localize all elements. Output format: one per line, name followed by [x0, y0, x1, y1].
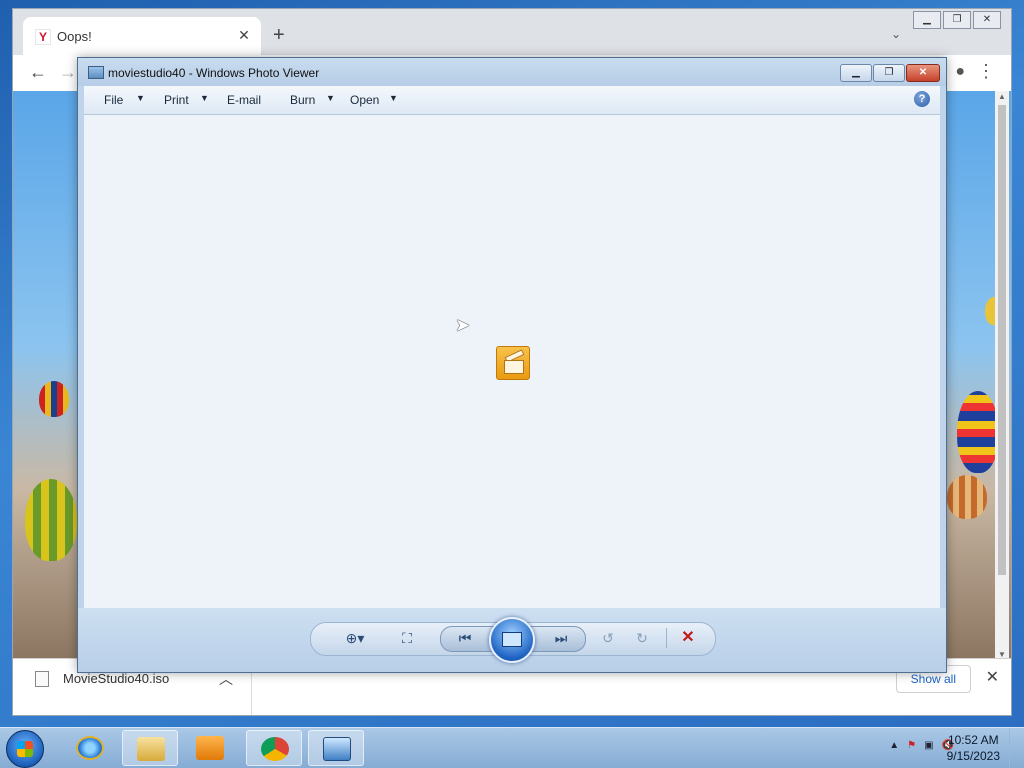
menu-open[interactable]: Open	[350, 93, 379, 107]
browser-window-controls: ▁ ❐ ✕	[913, 11, 1001, 29]
mouse-cursor-icon: ➤	[455, 315, 471, 335]
windows-logo-icon	[17, 741, 33, 757]
forward-arrow-icon[interactable]: →	[59, 63, 77, 81]
kebab-menu-icon[interactable]: ⋮	[977, 61, 995, 82]
hot-air-balloon	[947, 475, 987, 519]
clock-date: 9/15/2023	[946, 749, 1000, 763]
browser-minimize-button[interactable]: ▁	[913, 11, 941, 29]
hot-air-balloon	[25, 479, 77, 561]
close-button[interactable]: ✕	[906, 64, 940, 82]
taskbar-file-explorer[interactable]	[122, 730, 178, 766]
menu-email[interactable]: E-mail	[227, 93, 261, 107]
download-filename: MovieStudio40.iso	[63, 671, 170, 686]
new-tab-button[interactable]: +	[273, 25, 285, 45]
chrome-icon	[261, 737, 289, 761]
maximize-button[interactable]: ❐	[873, 64, 905, 82]
hot-air-balloon	[957, 391, 999, 473]
yandex-favicon-icon: Y	[35, 29, 51, 45]
taskbar-internet-explorer[interactable]	[62, 730, 118, 766]
browser-maximize-button[interactable]: ❐	[943, 11, 971, 29]
photo-viewer-titlebar[interactable]: moviestudio40 - Windows Photo Viewer ▁ ❐…	[78, 58, 946, 86]
slideshow-button[interactable]	[489, 617, 535, 663]
rotate-left-icon[interactable]: ↺	[598, 628, 618, 648]
playback-controls: ⊕▾ ⛶ ⏮ ⏭ ↺ ↻ ✕	[78, 608, 946, 672]
photo-viewer-window: moviestudio40 - Windows Photo Viewer ▁ ❐…	[77, 57, 947, 673]
tab-close-icon[interactable]: ✕	[235, 26, 253, 44]
taskbar-media-player[interactable]	[182, 730, 238, 766]
slideshow-icon	[502, 632, 522, 647]
clock-time: 10:52 AM	[947, 733, 999, 747]
account-icon[interactable]: ●	[955, 63, 965, 81]
scroll-up-arrow-icon[interactable]: ▲	[995, 91, 1009, 103]
print-dropdown-arrow-icon[interactable]: ▼	[200, 93, 209, 103]
folder-icon	[137, 737, 165, 761]
file-icon	[35, 671, 49, 687]
burn-dropdown-arrow-icon[interactable]: ▼	[326, 93, 335, 103]
photo-viewer-app-icon	[88, 66, 104, 79]
movie-file-icon	[496, 346, 530, 380]
taskbar-photo-viewer[interactable]	[308, 730, 364, 766]
hot-air-balloon	[39, 381, 69, 417]
page-scrollbar[interactable]: ▲ ▼	[995, 91, 1009, 661]
start-button[interactable]	[6, 730, 44, 768]
command-bar: File ▼ Print ▼ E-mail Burn ▼ Open ▼ ?	[84, 86, 940, 115]
next-icon[interactable]: ⏭	[550, 628, 572, 648]
show-hidden-icons-icon[interactable]: ▲	[889, 740, 899, 751]
menu-print[interactable]: Print	[164, 93, 189, 107]
image-canvas	[84, 115, 940, 609]
network-icon[interactable]: ▣	[924, 740, 933, 751]
help-icon[interactable]: ?	[914, 91, 930, 107]
show-desktop-button[interactable]	[1009, 728, 1024, 768]
open-dropdown-arrow-icon[interactable]: ▼	[389, 93, 398, 103]
browser-tab[interactable]: Y Oops! ✕	[23, 17, 261, 55]
minimize-button[interactable]: ▁	[840, 64, 872, 82]
media-player-icon	[196, 736, 224, 760]
window-title: moviestudio40 - Windows Photo Viewer	[108, 66, 320, 80]
browser-close-button[interactable]: ✕	[973, 11, 1001, 29]
controls-divider	[666, 628, 667, 648]
back-arrow-icon[interactable]: ←	[29, 63, 47, 81]
taskbar-chrome[interactable]	[246, 730, 302, 766]
clock[interactable]: 10:52 AM 9/15/2023	[947, 732, 1000, 764]
scrollbar-thumb[interactable]	[998, 105, 1006, 575]
photo-viewer-icon	[323, 737, 351, 761]
zoom-icon[interactable]: ⊕▾	[340, 628, 370, 648]
previous-icon[interactable]: ⏮	[454, 628, 476, 648]
file-dropdown-arrow-icon[interactable]: ▼	[136, 93, 145, 103]
tab-title: Oops!	[57, 29, 92, 44]
internet-explorer-icon	[76, 736, 104, 760]
actual-size-icon[interactable]: ⛶	[396, 628, 418, 648]
menu-file[interactable]: File	[104, 93, 123, 107]
download-bar-close-icon[interactable]: ✕	[986, 667, 999, 687]
tab-search-chevron-icon[interactable]: ⌄	[891, 27, 901, 41]
rotate-right-icon[interactable]: ↻	[632, 628, 652, 648]
menu-burn[interactable]: Burn	[290, 93, 315, 107]
taskbar: ▲ ⚑ ▣ 🔇 10:52 AM 9/15/2023	[0, 727, 1024, 768]
action-center-flag-icon[interactable]: ⚑	[907, 740, 916, 751]
tab-strip: Y Oops! ✕ + ⌄ ▁ ❐ ✕	[13, 9, 1011, 55]
delete-icon[interactable]: ✕	[678, 628, 698, 648]
system-tray: ▲ ⚑ ▣ 🔇	[889, 740, 954, 751]
